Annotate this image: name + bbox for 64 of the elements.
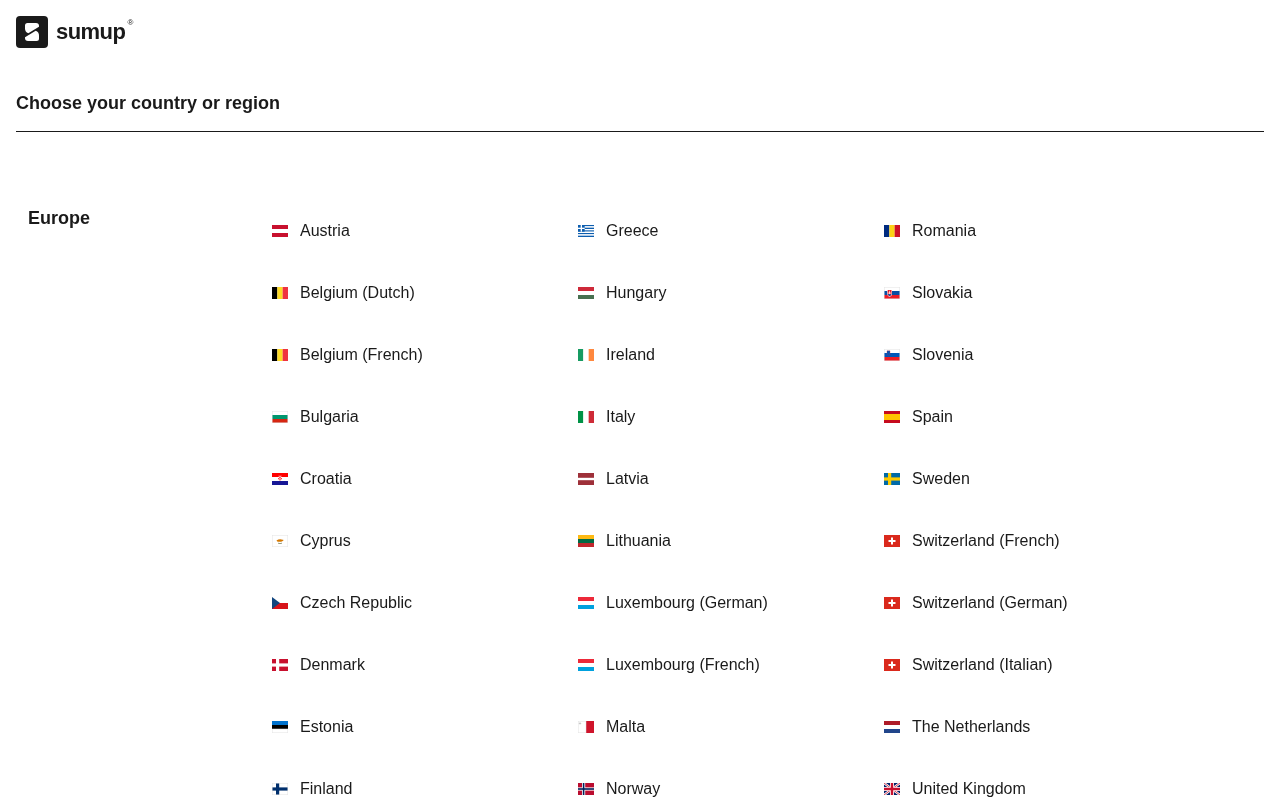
flag-icon <box>578 659 594 671</box>
flag-icon <box>272 287 288 299</box>
flag-icon <box>884 721 900 733</box>
flag-icon <box>884 783 900 795</box>
country-link[interactable]: Spain <box>884 406 953 428</box>
country-link[interactable]: United Kingdom <box>884 778 1026 800</box>
flag-icon <box>272 659 288 671</box>
country-link[interactable]: Greece <box>578 220 659 242</box>
flag-icon <box>272 349 288 361</box>
logo-wordmark: sumup$^{®}$ <box>56 21 133 43</box>
country-link[interactable]: Sweden <box>884 468 970 490</box>
country-link[interactable]: Ireland <box>578 344 655 366</box>
flag-icon <box>884 473 900 485</box>
flag-icon <box>578 411 594 423</box>
country-link[interactable]: Switzerland (Italian) <box>884 654 1053 676</box>
flag-icon <box>884 659 900 671</box>
country-link[interactable]: Croatia <box>272 468 352 490</box>
country-link[interactable]: Czech Republic <box>272 592 413 614</box>
country-link[interactable]: Malta <box>578 716 646 738</box>
flag-icon <box>578 721 594 733</box>
country-link[interactable]: Austria <box>272 220 350 242</box>
flag-icon <box>578 783 594 795</box>
country-link[interactable]: Latvia <box>578 468 649 490</box>
logo-icon <box>16 16 48 48</box>
country-link[interactable]: Lithuania <box>578 530 671 552</box>
flag-icon <box>272 783 288 795</box>
country-link[interactable]: Estonia <box>272 716 354 738</box>
flag-icon <box>578 473 594 485</box>
country-link[interactable]: Romania <box>884 220 977 242</box>
country-link[interactable]: The Netherlands <box>884 716 1031 738</box>
flag-icon <box>578 225 594 237</box>
flag-icon <box>272 225 288 237</box>
region-heading: Europe <box>28 207 91 230</box>
country-link[interactable]: Belgium (French) <box>272 344 423 366</box>
country-link[interactable]: Denmark <box>272 654 365 676</box>
flag-icon <box>272 535 288 547</box>
flag-icon <box>272 411 288 423</box>
flag-icon <box>578 287 594 299</box>
country-link[interactable]: Finland <box>272 778 353 800</box>
flag-icon <box>884 349 900 361</box>
country-link[interactable]: Norway <box>578 778 661 800</box>
country-link[interactable]: Bulgaria <box>272 406 359 428</box>
country-link[interactable]: Switzerland (French) <box>884 530 1060 552</box>
country-link[interactable]: Luxembourg (French) <box>578 654 760 676</box>
country-link[interactable]: Slovenia <box>884 344 974 366</box>
country-link[interactable]: Belgium (Dutch) <box>272 282 415 304</box>
country-link[interactable]: Cyprus <box>272 530 351 552</box>
flag-icon <box>272 473 288 485</box>
flag-icon <box>884 225 900 237</box>
country-link[interactable]: Switzerland (German) <box>884 592 1068 614</box>
flag-icon <box>272 597 288 609</box>
country-link[interactable]: Luxembourg (German) <box>578 592 768 614</box>
flag-icon <box>884 597 900 609</box>
country-link[interactable]: Hungary <box>578 282 667 304</box>
flag-icon <box>578 349 594 361</box>
flag-icon <box>884 287 900 299</box>
flag-icon <box>578 535 594 547</box>
flag-icon <box>272 721 288 733</box>
flag-icon <box>884 411 900 423</box>
country-link[interactable]: Slovakia <box>884 282 973 304</box>
page-heading: Choose your country or region <box>16 92 282 115</box>
country-link[interactable]: Italy <box>578 406 636 428</box>
flag-icon <box>578 597 594 609</box>
flag-icon <box>884 535 900 547</box>
